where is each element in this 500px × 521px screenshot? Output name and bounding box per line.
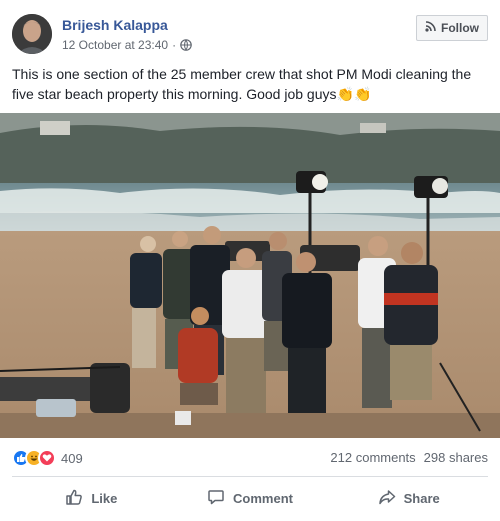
thumbs-up-icon: [65, 488, 83, 509]
globe-icon: [180, 39, 192, 51]
avatar[interactable]: [12, 14, 52, 54]
post-photo[interactable]: [0, 113, 500, 438]
like-label: Like: [91, 490, 118, 506]
clapping-emoji: 👏👏: [336, 86, 372, 102]
share-label: Share: [403, 490, 440, 506]
follow-button[interactable]: Follow: [416, 15, 488, 41]
reactions-summary[interactable]: 409: [12, 448, 83, 468]
rss-icon: [425, 21, 436, 35]
share-arrow-icon: [378, 488, 396, 509]
comment-icon: [207, 488, 225, 509]
post-actions: Like Comment Share: [12, 478, 488, 518]
meta-separator: ·: [172, 38, 177, 52]
comment-label: Comment: [233, 490, 293, 506]
post-body: This is one section of the 25 member cre…: [12, 66, 472, 102]
comment-button[interactable]: Comment: [171, 478, 330, 518]
reaction-count: 409: [61, 450, 83, 466]
love-icon: [38, 449, 56, 467]
comments-count[interactable]: 212 comments: [330, 450, 415, 465]
share-button[interactable]: Share: [329, 478, 488, 518]
like-button[interactable]: Like: [12, 478, 171, 518]
follow-label: Follow: [441, 21, 479, 35]
author-name[interactable]: Brijesh Kalappa: [62, 17, 168, 33]
post-meta: 12 October at 23:40 ·: [62, 38, 192, 52]
shares-count[interactable]: 298 shares: [424, 450, 488, 465]
actions-divider: [12, 476, 488, 477]
post-timestamp[interactable]: 12 October at 23:40: [62, 38, 168, 52]
post-text: This is one section of the 25 member cre…: [12, 64, 488, 104]
facebook-post: Brijesh Kalappa 12 October at 23:40 · Fo…: [0, 0, 500, 521]
post-stats: 212 comments 298 shares: [330, 450, 488, 465]
post-header: Brijesh Kalappa 12 October at 23:40 · Fo…: [12, 12, 488, 56]
